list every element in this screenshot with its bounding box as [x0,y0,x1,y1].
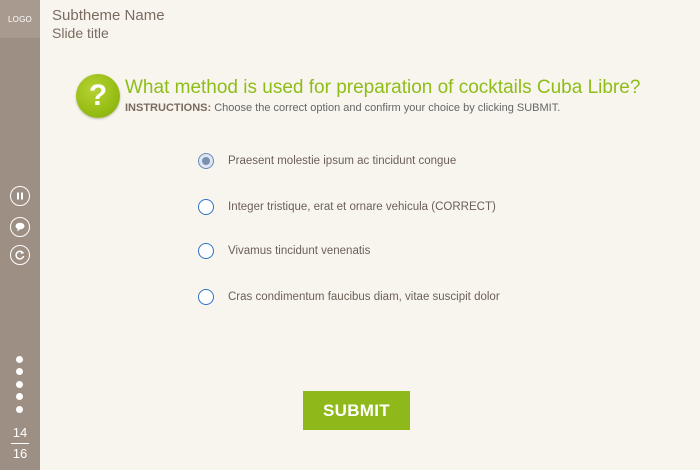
instructions: INSTRUCTIONS: Choose the correct option … [125,102,560,114]
page-divider [11,443,29,444]
question-mark-glyph: ? [88,79,108,112]
slide-title: Slide title [52,25,109,41]
progress-dot [16,393,23,401]
radio-button[interactable] [198,289,214,305]
logo: LOGO [0,0,40,38]
question-mark-icon: ? [76,74,120,118]
progress-dot [16,368,23,376]
instructions-label: INSTRUCTIONS: [125,102,212,114]
question-text: What method is used for preparation of c… [125,77,641,98]
option-label: Integer tristique, erat et ornare vehicu… [228,201,496,213]
radio-button-selected[interactable] [198,153,214,169]
progress-dot [16,356,23,363]
subtheme-name: Subtheme Name [52,7,165,24]
comment-button[interactable] [10,217,30,237]
current-page-number: 14 [12,425,28,440]
total-page-number: 16 [12,446,28,461]
progress-dot [16,380,23,388]
progress-dot [16,405,23,413]
pause-button[interactable] [10,186,30,206]
slide-progress-dots [16,356,24,418]
speech-bubble-icon [15,222,25,232]
submit-button[interactable]: SUBMIT [303,391,410,430]
option-label: Vivamus tincidunt venenatis [228,245,371,257]
radio-button[interactable] [198,243,214,259]
replay-icon [15,250,25,260]
answer-option-2[interactable]: Integer tristique, erat et ornare vehicu… [198,198,496,216]
answer-option-1[interactable]: Praesent molestie ipsum ac tincidunt con… [198,152,456,170]
instructions-text: Choose the correct option and confirm yo… [211,102,561,114]
answer-option-3[interactable]: Vivamus tincidunt venenatis [198,242,370,260]
pause-icon [17,192,23,200]
replay-button[interactable] [10,245,30,265]
answer-option-4[interactable]: Cras condimentum faucibus diam, vitae su… [198,288,500,306]
option-label: Cras condimentum faucibus diam, vitae su… [228,291,500,303]
sidebar: LOGO 14 16 [0,0,40,470]
option-label: Praesent molestie ipsum ac tincidunt con… [228,155,457,167]
slide-header: Subtheme Name Slide title [52,7,165,42]
logo-text: LOGO [8,14,32,24]
radio-button[interactable] [198,199,214,215]
